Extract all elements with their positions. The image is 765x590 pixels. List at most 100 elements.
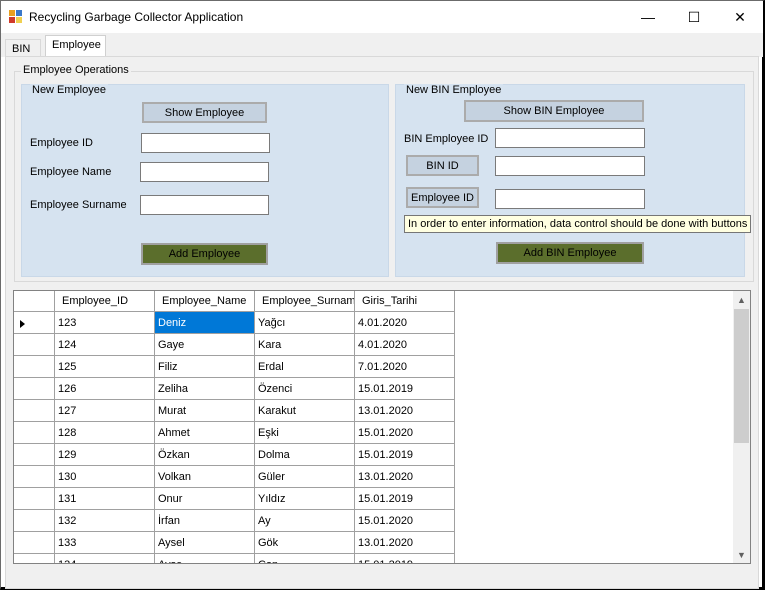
table-row[interactable]: 131 Onur Yıldız 15.01.2019 [14,488,455,510]
tab-employee[interactable]: Employee [45,35,106,57]
row-header[interactable] [14,356,55,378]
table-cell[interactable]: 126 [55,378,155,400]
table-cell[interactable]: Özkan [155,444,255,466]
table-cell[interactable]: 134 [55,554,155,563]
table-row[interactable]: 134AyşeCan15.01.2019 [14,554,455,563]
table-cell[interactable]: 127 [55,400,155,422]
table-cell[interactable]: 129 [55,444,155,466]
title-bar[interactable]: Recycling Garbage Collector Application … [1,1,763,33]
table-row[interactable]: 133 Aysel Gök 13.01.2020 [14,532,455,554]
table-cell[interactable]: 133 [55,532,155,554]
show-bin-employee-button[interactable]: Show BIN Employee [464,100,644,122]
table-cell[interactable]: Erdal [255,356,355,378]
column-header-employee-surname[interactable]: Employee_Surname [255,291,355,312]
table-cell[interactable]: İrfan [155,510,255,532]
table-row[interactable]: 126 Zeliha Özenci 15.01.2019 [14,378,455,400]
row-header[interactable] [14,444,55,466]
table-cell[interactable]: 15.01.2019 [355,554,455,563]
table-cell[interactable]: 15.01.2019 [355,378,455,400]
tab-bin[interactable]: BIN [5,39,41,57]
table-row[interactable]: 129 Özkan Dolma 15.01.2019 [14,444,455,466]
scroll-thumb[interactable] [734,309,749,443]
table-cell[interactable]: 130 [55,466,155,488]
table-cell[interactable]: Murat [155,400,255,422]
table-cell[interactable]: 15.01.2020 [355,510,455,532]
table-row[interactable]: 132 İrfan Ay 15.01.2020 [14,510,455,532]
row-header[interactable] [14,400,55,422]
table-cell[interactable]: 125 [55,356,155,378]
row-header[interactable] [14,488,55,510]
table-cell[interactable]: 15.01.2020 [355,422,455,444]
add-bin-employee-button[interactable]: Add BIN Employee [496,242,644,264]
add-employee-button[interactable]: Add Employee [141,243,268,265]
scroll-down-icon[interactable]: ▼ [733,546,750,563]
table-cell[interactable]: Aysel [155,532,255,554]
table-cell[interactable]: 13.01.2020 [355,532,455,554]
table-cell[interactable]: 15.01.2019 [355,444,455,466]
employee-grid[interactable]: Employee_ID Employee_Name Employee_Surna… [13,290,751,564]
bin-employee-id-field[interactable] [495,128,645,148]
table-cell[interactable]: Yağcı [255,312,355,334]
scroll-up-icon[interactable]: ▲ [733,291,750,308]
table-cell[interactable]: Ayşe [155,554,255,563]
table-cell[interactable]: 4.01.2020 [355,312,455,334]
table-cell[interactable]: 128 [55,422,155,444]
table-cell[interactable]: Ay [255,510,355,532]
employee-id-field-bin[interactable] [495,189,645,209]
vertical-scrollbar[interactable]: ▲ ▼ [733,291,750,563]
table-cell[interactable]: 13.01.2020 [355,400,455,422]
employee-name-field[interactable] [140,162,269,182]
table-cell[interactable]: 13.01.2020 [355,466,455,488]
table-row[interactable]: 123 Deniz Yağcı 4.01.2020 [14,312,455,334]
table-cell[interactable]: 15.01.2019 [355,488,455,510]
maximize-button[interactable]: ☐ [671,1,717,33]
table-cell[interactable]: Güler [255,466,355,488]
table-cell[interactable]: 124 [55,334,155,356]
column-header-employee-id[interactable]: Employee_ID [55,291,155,312]
table-cell[interactable]: Eşki [255,422,355,444]
table-cell[interactable]: Karakut [255,400,355,422]
table-cell[interactable]: Deniz [155,312,255,334]
table-row[interactable]: 130 Volkan Güler 13.01.2020 [14,466,455,488]
table-cell[interactable]: Can [255,554,355,563]
table-row[interactable]: 128 Ahmet Eşki 15.01.2020 [14,422,455,444]
table-cell[interactable]: Filiz [155,356,255,378]
table-row[interactable]: 125 Filiz Erdal 7.01.2020 [14,356,455,378]
table-cell[interactable]: 132 [55,510,155,532]
table-row[interactable]: 124 Gaye Kara 4.01.2020 [14,334,455,356]
row-header[interactable] [14,510,55,532]
row-header[interactable] [14,334,55,356]
table-cell[interactable]: Zeliha [155,378,255,400]
table-cell[interactable]: Ahmet [155,422,255,444]
table-cell[interactable]: 4.01.2020 [355,334,455,356]
table-cell[interactable]: 131 [55,488,155,510]
employee-surname-field[interactable] [140,195,269,215]
column-header-giris-tarihi[interactable]: Giris_Tarihi [355,291,455,312]
employee-id-field[interactable] [141,133,270,153]
table-cell[interactable]: Gök [255,532,355,554]
table-row[interactable]: 127 Murat Karakut 13.01.2020 [14,400,455,422]
table-cell[interactable]: Özenci [255,378,355,400]
row-header[interactable] [14,466,55,488]
table-cell[interactable]: 7.01.2020 [355,356,455,378]
table-cell[interactable]: 123 [55,312,155,334]
row-header[interactable] [14,532,55,554]
bin-id-field[interactable] [495,156,645,176]
row-header[interactable] [14,554,55,563]
show-employee-button[interactable]: Show Employee [142,102,267,123]
row-header[interactable] [14,378,55,400]
table-cell[interactable]: Yıldız [255,488,355,510]
table-cell[interactable]: Gaye [155,334,255,356]
bin-id-button[interactable]: BIN ID [406,155,479,176]
table-cell[interactable]: Dolma [255,444,355,466]
table-cell[interactable]: Volkan [155,466,255,488]
column-header-employee-name[interactable]: Employee_Name [155,291,255,312]
employee-id-button[interactable]: Employee ID [406,187,479,208]
minimize-button[interactable]: — [625,1,671,33]
table-cell[interactable]: Kara [255,334,355,356]
employee-operations-legend: Employee Operations [21,64,131,76]
row-header[interactable] [14,312,55,334]
close-button[interactable]: ✕ [717,1,763,33]
row-header[interactable] [14,422,55,444]
table-cell[interactable]: Onur [155,488,255,510]
